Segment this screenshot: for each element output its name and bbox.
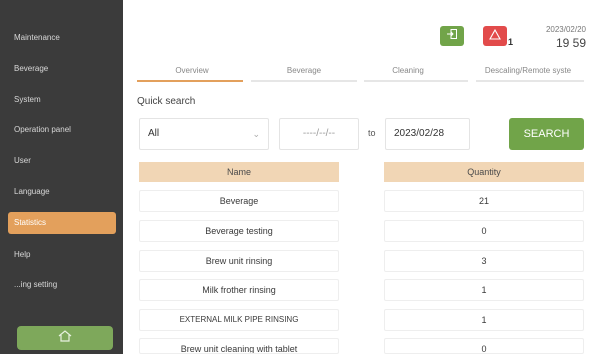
sidebar-item-language[interactable]: Language	[8, 181, 116, 203]
home-icon	[58, 329, 72, 347]
date-from-placeholder: ----/--/--	[302, 128, 336, 139]
tab-overview-indicator	[137, 80, 243, 82]
table-row-name: Brew unit cleaning with tablet	[139, 338, 339, 354]
table-row-quantity: 1	[384, 309, 584, 331]
table-row-name: EXTERNAL MILK PIPE RINSING	[139, 309, 339, 331]
name-column-header: Name	[139, 162, 339, 182]
table-row-name: Brew unit rinsing	[139, 250, 339, 272]
home-button[interactable]	[17, 326, 113, 350]
tab-cleaning-indicator	[364, 80, 468, 82]
header-time: 19 59	[555, 36, 586, 50]
table-row-name: Milk frother rinsing	[139, 279, 339, 301]
sidebar-item-system[interactable]: System	[8, 89, 116, 111]
date-to-input[interactable]: 2023/02/28	[385, 118, 470, 150]
quick-search-label: Quick search	[137, 96, 196, 107]
table-row-quantity: 1	[384, 279, 584, 301]
header-date: 2023/02/20	[545, 25, 586, 34]
chevron-down-icon: ⌄	[252, 129, 260, 139]
table-row-quantity: 3	[384, 250, 584, 272]
sidebar-item-beverage[interactable]: Beverage	[8, 58, 116, 80]
sidebar-item-operation-panel[interactable]: Operation panel	[8, 119, 116, 141]
sidebar-item-setting[interactable]: ...ing setting	[8, 274, 116, 296]
table-row-quantity: 21	[384, 190, 584, 212]
search-button[interactable]: SEARCH	[509, 118, 584, 150]
date-range-to-label: to	[368, 128, 376, 138]
sidebar: Maintenance Beverage System Operation pa…	[0, 0, 123, 354]
table-row-name: Beverage testing	[139, 220, 339, 242]
sidebar-item-maintenance[interactable]: Maintenance	[8, 27, 116, 49]
sidebar-item-user[interactable]: User	[8, 150, 116, 172]
table-row-quantity: 0	[384, 338, 584, 354]
tab-beverage-indicator	[251, 80, 357, 82]
filter-select-value: All	[148, 128, 160, 139]
alert-button[interactable]	[483, 26, 507, 46]
tab-descaling-indicator	[476, 80, 584, 82]
table-row-quantity: 0	[384, 220, 584, 242]
filter-select[interactable]: All ⌄	[139, 118, 269, 150]
date-from-input[interactable]: ----/--/--	[279, 118, 359, 150]
date-to-value: 2023/02/28	[394, 128, 445, 139]
exit-icon	[446, 27, 458, 45]
table-row-name: Beverage	[139, 190, 339, 212]
alert-count-badge: 1	[508, 37, 514, 47]
warning-icon	[489, 27, 501, 45]
exit-button[interactable]	[440, 26, 464, 46]
quantity-column-header: Quantity	[384, 162, 584, 182]
sidebar-item-help[interactable]: Help	[8, 244, 116, 266]
sidebar-item-statistics[interactable]: Statistics	[8, 212, 116, 234]
